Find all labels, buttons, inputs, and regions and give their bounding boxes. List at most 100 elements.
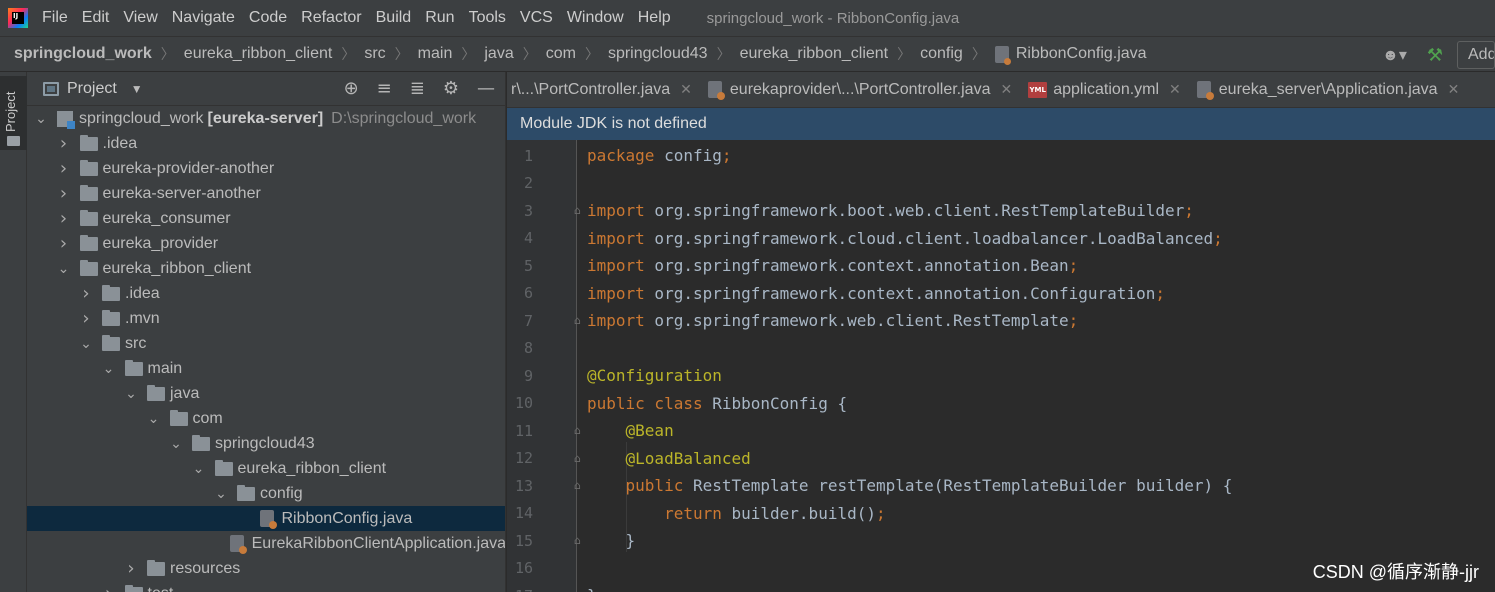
menu-refactor[interactable]: Refactor [301,9,361,27]
project-tool-tab[interactable]: Project [0,76,27,150]
chevron-down-icon[interactable]: ⌄ [148,411,160,427]
fold-marker-icon[interactable]: ⌂ [574,479,581,492]
chevron-down-icon[interactable]: ⌄ [103,361,115,377]
chevron-down-icon[interactable]: ⌄ [125,386,137,402]
tree-item[interactable]: ⌄ eureka_ribbon_client [27,256,505,281]
menu-view[interactable]: View [123,9,157,27]
line-number: 10 [514,394,533,412]
menu-edit[interactable]: Edit [82,9,110,27]
tree-item[interactable]: ⌄ springcloud43 [27,431,505,456]
project-panel-title[interactable]: Project [67,80,117,98]
tree-item[interactable]: › resources [27,556,505,581]
tree-item[interactable]: ›RibbonConfig.java [27,506,505,531]
chevron-right-icon[interactable]: › [125,558,137,579]
editor-tab[interactable]: YML application.yml ✕ [1028,81,1181,99]
menu-build[interactable]: Build [376,9,412,27]
chevron-down-icon[interactable]: ▼ [131,82,143,96]
tree-item[interactable]: › test [27,581,505,592]
menu-help[interactable]: Help [638,9,671,27]
chevron-right-icon[interactable]: › [58,158,70,179]
tree-item[interactable]: ⌄ java [27,381,505,406]
breadcrumb-item[interactable]: eureka_ribbon_client [740,45,889,63]
chevron-right-icon[interactable]: › [80,308,92,329]
tree-item[interactable]: › .mvn [27,306,505,331]
tree-item-label: eureka_ribbon_client [102,259,252,277]
tree-item-label: config [260,484,303,502]
chevron-down-icon[interactable]: ⌄ [58,261,70,277]
breadcrumb-item[interactable]: springcloud_work [14,45,152,63]
editor-tab[interactable]: r\...\PortController.java ✕ [511,81,692,99]
chevron-down-icon[interactable]: ⌄ [215,486,227,502]
chevron-down-icon[interactable]: ⌄ [193,461,205,477]
chevron-right-icon[interactable]: › [58,133,70,154]
line-number: 6 [523,284,533,302]
menu-code[interactable]: Code [249,9,287,27]
breadcrumb-item[interactable]: config [920,45,963,63]
menu-file[interactable]: File [42,9,68,27]
editor-tab[interactable]: eurekaprovider\...\PortController.java ✕ [707,81,1012,100]
menu-navigate[interactable]: Navigate [172,9,235,27]
tree-item[interactable]: › eureka_consumer [27,206,505,231]
gear-icon[interactable]: ⚙ [443,78,459,99]
code-text: import org.springframework.context.annot… [587,256,1079,275]
tree-item[interactable]: ⌄ springcloud_work [eureka-server] D:\sprin… [27,106,505,131]
build-hammer-icon[interactable]: ⚒ [1427,45,1443,66]
breadcrumb-item[interactable]: springcloud43 [608,45,708,63]
breadcrumb-item[interactable]: src [364,45,385,63]
tree-item[interactable]: › eureka-provider-another [27,156,505,181]
close-icon[interactable]: ✕ [680,82,692,98]
chevron-right-icon[interactable]: › [80,283,92,304]
chevron-right-icon[interactable]: › [103,583,115,592]
tree-item[interactable]: › .idea [27,131,505,156]
folder-icon [7,136,20,146]
chevron-down-icon[interactable]: ⌄ [170,436,182,452]
expand-all-icon[interactable]: ≡ [377,78,392,99]
breadcrumb-item[interactable]: main [418,45,453,63]
fold-marker-icon[interactable]: ⌂ [574,204,581,217]
tree-item[interactable]: ›EurekaRibbonClientApplication.java [27,531,506,556]
breadcrumb-item[interactable]: com [546,45,576,63]
breadcrumb-item[interactable]: java [484,45,513,63]
tree-item[interactable]: ⌄ main [27,356,505,381]
chevron-right-icon[interactable]: › [58,208,70,229]
folder-icon [102,309,120,326]
chevron-down-icon[interactable]: ⌄ [35,111,47,127]
collapse-all-icon[interactable]: ≣ [410,78,425,99]
code-editor[interactable]: 1 package config; 2 3 ⌂ import org.springfram… [507,140,1495,592]
tree-item[interactable]: ⌄ com [27,406,505,431]
tree-item-label: src [125,334,147,352]
tree-item[interactable]: › eureka_provider [27,231,505,256]
tree-item[interactable]: ⌄ eureka_ribbon_client [27,456,505,481]
tree-item[interactable]: › .idea [27,281,505,306]
tree-item[interactable]: › eureka-server-another [27,181,505,206]
chevron-right-icon[interactable]: › [58,233,70,254]
fold-marker-icon[interactable]: ⌂ [574,314,581,327]
tree-item-label: eureka_provider [102,234,219,252]
menu-window[interactable]: Window [567,9,624,27]
add-configuration-button[interactable]: Add Configuration... [1457,41,1495,69]
hide-panel-icon[interactable]: — [477,78,495,99]
close-icon[interactable]: ✕ [1448,82,1460,98]
fold-marker-icon[interactable]: ⌂ [574,452,581,465]
user-menu-icon[interactable]: ☻▾ [1382,45,1407,65]
menu-run[interactable]: Run [425,9,454,27]
breadcrumb-item[interactable]: RibbonConfig.java [994,45,1147,65]
folder-icon [102,334,120,351]
line-number: 4 [523,229,533,247]
chevron-right-icon[interactable]: › [58,183,70,204]
tree-item[interactable]: ⌄ src [27,331,505,356]
breadcrumb-item[interactable]: eureka_ribbon_client [184,45,333,63]
intellij-logo-icon: IJ [8,8,28,28]
tree-item[interactable]: ⌄ config [27,481,505,506]
menu-vcs[interactable]: VCS [520,9,553,27]
module-icon [57,110,75,129]
fold-marker-icon[interactable]: ⌂ [574,424,581,437]
menu-tools[interactable]: Tools [469,9,506,27]
chevron-down-icon[interactable]: ⌄ [80,336,92,352]
close-icon[interactable]: ✕ [1169,82,1181,98]
close-icon[interactable]: ✕ [1000,82,1012,98]
tree-item-label: EurekaRibbonClientApplication.java [251,534,506,552]
fold-marker-icon[interactable]: ⌂ [574,534,581,547]
locate-file-icon[interactable]: ⊕ [344,78,359,99]
editor-tab[interactable]: eureka_server\Application.java ✕ [1196,81,1460,100]
